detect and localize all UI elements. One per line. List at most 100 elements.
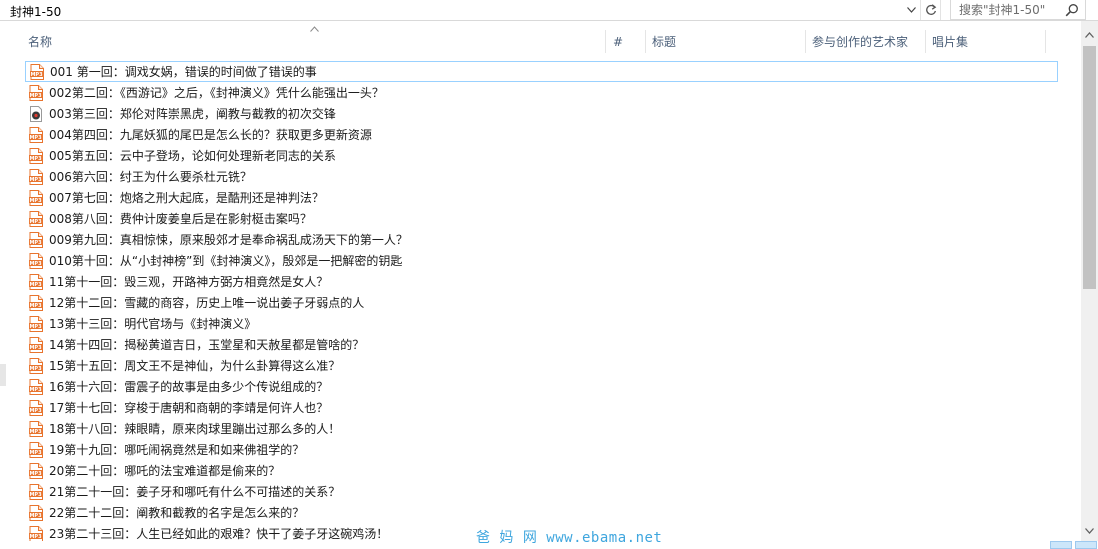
refresh-icon [925, 4, 936, 15]
file-row[interactable]: MP3 006第六回：纣王为什么要杀杜元铣？ [25, 166, 1058, 187]
file-row[interactable]: MP3 20第二十回：哪吒的法宝难道都是偷来的？ [25, 460, 1058, 481]
file-name: 004第四回：九尾妖狐的尾巴是怎么长的？获取更多更新资源 [49, 128, 372, 142]
mp3-icon: MP3 [28, 336, 44, 353]
file-row[interactable]: MP3 010第十回：从“小封神榜”到《封神演义》，殷郊是一把解密的钥匙 [25, 250, 1058, 271]
column-header-track-number[interactable]: # [606, 30, 645, 53]
mp3-icon: MP3 [28, 273, 44, 290]
file-row[interactable]: MP3 13第十三回：明代官场与《封神演义》 [25, 313, 1058, 334]
file-name: 21第二十一回：姜子牙和哪吒有什么不可描述的关系？ [49, 485, 341, 499]
svg-text:MP3: MP3 [29, 281, 42, 287]
file-row[interactable]: MP3 21第二十一回：姜子牙和哪吒有什么不可描述的关系？ [25, 481, 1058, 502]
mp3-icon: MP3 [28, 357, 44, 374]
details-view-button[interactable] [1050, 541, 1072, 549]
file-row[interactable]: MP3 004第四回：九尾妖狐的尾巴是怎么长的？获取更多更新资源 [25, 124, 1058, 145]
file-row[interactable]: MP3 001 第一回：调戏女娲，错误的时间做了错误的事 [25, 61, 1058, 82]
svg-text:MP3: MP3 [29, 134, 42, 140]
address-history-dropdown[interactable] [903, 0, 920, 20]
file-name: 010第十回：从“小封神榜”到《封神演义》，殷郊是一把解密的钥匙 [49, 254, 403, 268]
file-list: MP3 001 第一回：调戏女娲，错误的时间做了错误的事 MP3 002第二回：《西游… [25, 61, 1059, 541]
svg-text:MP3: MP3 [29, 260, 42, 266]
mp3-icon: MP3 [28, 504, 44, 521]
mp3-icon: MP3 [28, 210, 44, 227]
mp3-icon: MP3 [28, 525, 44, 541]
mp3-icon: MP3 [28, 483, 44, 500]
svg-text:MP3: MP3 [29, 197, 42, 203]
file-row[interactable]: MP3 002第二回：《西游记》之后，《封神演义》凭什么能强出一头？ [25, 82, 1058, 103]
file-name: 003第三回：郑伦对阵崇黑虎，阐教与截教的初次交锋 [49, 107, 336, 121]
svg-text:MP3: MP3 [29, 92, 42, 98]
file-name: 007第七回：炮烙之刑大起底，是酷刑还是神判法？ [49, 191, 324, 205]
refresh-button[interactable] [920, 0, 941, 20]
file-name: 006第六回：纣王为什么要杀杜元铣？ [49, 170, 252, 184]
svg-text:MP3: MP3 [29, 323, 42, 329]
file-row[interactable]: MP3 19第十九回：哪吒闹祸竟然是和如来佛祖学的？ [25, 439, 1058, 460]
svg-text:MP3: MP3 [29, 449, 42, 455]
svg-text:MP3: MP3 [29, 176, 42, 182]
column-header-name[interactable]: 名称 [21, 30, 605, 53]
file-name: 13第十三回：明代官场与《封神演义》 [49, 317, 257, 331]
svg-text:MP3: MP3 [29, 428, 42, 434]
mp3-icon: MP3 [28, 168, 44, 185]
file-name: 12第十二回：雪藏的商容，历史上唯一说出姜子牙弱点的人 [49, 296, 365, 310]
svg-text:MP3: MP3 [29, 386, 42, 392]
file-row[interactable]: MP3 18第十八回：辣眼睛，原来肉球里蹦出过那么多的人！ [25, 418, 1058, 439]
column-header-title[interactable]: 标题 [645, 30, 805, 53]
mp3-icon: MP3 [28, 252, 44, 269]
mp3-icon: MP3 [28, 231, 44, 248]
large-icons-view-button[interactable] [1075, 541, 1097, 549]
search-box[interactable] [950, 0, 1086, 20]
column-header-contributing-artists[interactable]: 参与创作的艺术家 [805, 30, 925, 53]
svg-text:MP3: MP3 [29, 302, 42, 308]
svg-text:MP3: MP3 [29, 218, 42, 224]
file-row[interactable]: MP3 15第十五回：周文王不是神仙，为什么卦算得这么准？ [25, 355, 1058, 376]
file-row[interactable]: MP3 11第十一回：毁三观，开路神方弼方相竟然是女人？ [25, 271, 1058, 292]
scroll-down-button[interactable] [1081, 525, 1098, 537]
address-path-field[interactable]: 封神1-50 [0, 0, 920, 20]
chevron-down-icon [907, 7, 916, 13]
svg-text:MP3: MP3 [29, 533, 42, 539]
search-icon[interactable] [1065, 3, 1079, 17]
file-name: 23第二十三回：人生已经如此的艰难？快干了姜子牙这碗鸡汤！ [49, 527, 389, 541]
svg-text:MP3: MP3 [29, 344, 42, 350]
file-row[interactable]: MP3 12第十二回：雪藏的商容，历史上唯一说出姜子牙弱点的人 [25, 292, 1058, 313]
svg-text:MP3: MP3 [30, 71, 43, 77]
mp3-icon: MP3 [28, 147, 44, 164]
svg-text:MP3: MP3 [29, 512, 42, 518]
file-row[interactable]: MP3 14第十四回：揭秘黄道吉日，玉堂星和天赦星都是管啥的？ [25, 334, 1058, 355]
file-row[interactable]: MP3 008第八回：费仲计废姜皇后是在影射梃击案吗？ [25, 208, 1058, 229]
file-row[interactable]: MP3 009第九回：真相惊悚，原来殷郊才是奉命祸乱成汤天下的第一人？ [25, 229, 1058, 250]
file-name: 22第二十二回：阐教和截教的名字是怎么来的？ [49, 506, 305, 520]
watermark-text: 爸 妈 网 www.ebama.net [476, 530, 663, 546]
file-row[interactable]: MP3 16第十六回：雷震子的故事是由多少个传说组成的？ [25, 376, 1058, 397]
search-input[interactable] [959, 2, 1069, 18]
scroll-up-button[interactable] [1081, 29, 1098, 41]
file-row[interactable]: MP3 007第七回：炮烙之刑大起底，是酷刑还是神判法？ [25, 187, 1058, 208]
scrollbar-thumb[interactable] [1083, 46, 1096, 289]
file-row[interactable]: MP3 17第十七回：穿梭于唐朝和商朝的李靖是何许人也？ [25, 397, 1058, 418]
media-file-icon [28, 105, 44, 122]
address-bar: 封神1-50 [0, 0, 1098, 21]
address-path: 封神1-50 [10, 5, 62, 19]
navigation-pane-edge[interactable] [0, 364, 6, 386]
file-row[interactable]: MP3 005第五回：云中子登场，论如何处理新老同志的关系 [25, 145, 1058, 166]
file-name: 19第十九回：哪吒闹祸竟然是和如来佛祖学的？ [49, 443, 305, 457]
file-row[interactable]: 003第三回：郑伦对阵崇黑虎，阐教与截教的初次交锋 [25, 103, 1058, 124]
file-name: 008第八回：费仲计废姜皇后是在影射梃击案吗？ [49, 212, 312, 226]
file-row[interactable]: MP3 22第二十二回：阐教和截教的名字是怎么来的？ [25, 502, 1058, 523]
svg-text:MP3: MP3 [29, 470, 42, 476]
file-name: 20第二十回：哪吒的法宝难道都是偷来的？ [49, 464, 281, 478]
mp3-icon: MP3 [28, 378, 44, 395]
svg-text:MP3: MP3 [29, 365, 42, 371]
mp3-icon: MP3 [29, 63, 45, 80]
mp3-icon: MP3 [28, 399, 44, 416]
file-name: 16第十六回：雷震子的故事是由多少个传说组成的？ [49, 380, 329, 394]
vertical-scrollbar[interactable] [1081, 21, 1098, 541]
column-header-row: 名称 # 标题 参与创作的艺术家 唱片集 [21, 30, 1061, 53]
file-name: 14第十四回：揭秘黄道吉日，玉堂星和天赦星都是管啥的？ [49, 338, 365, 352]
mp3-icon: MP3 [28, 294, 44, 311]
mp3-icon: MP3 [28, 420, 44, 437]
column-header-album[interactable]: 唱片集 [925, 30, 1045, 53]
column-divider[interactable] [1045, 30, 1046, 53]
file-name: 009第九回：真相惊悚，原来殷郊才是奉命祸乱成汤天下的第一人？ [49, 233, 408, 247]
mp3-icon: MP3 [28, 441, 44, 458]
